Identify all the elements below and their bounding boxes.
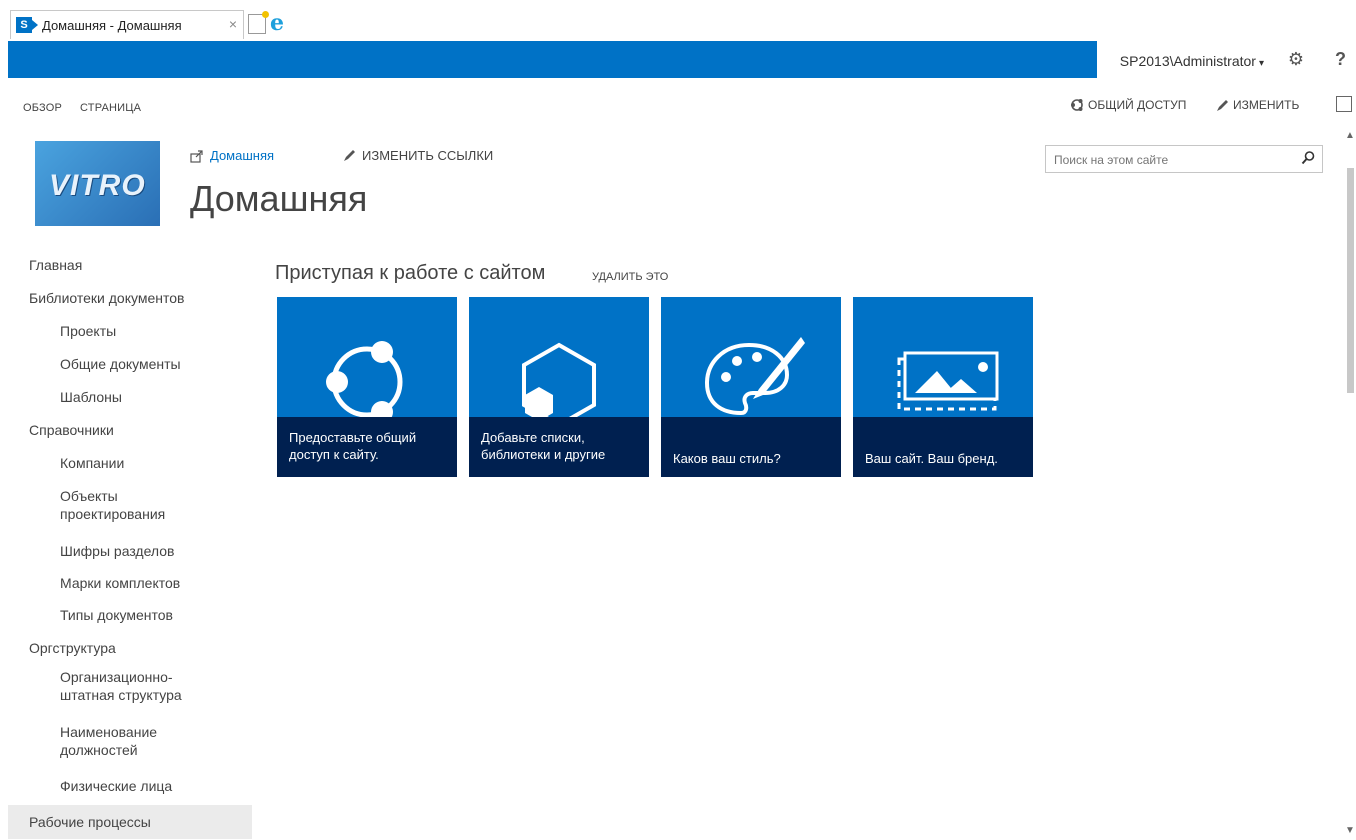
nav-item-label: Справочники: [29, 422, 114, 438]
nav-item-set-marks[interactable]: Марки комплектов: [8, 574, 252, 606]
breadcrumb-link[interactable]: Домашняя: [210, 148, 274, 163]
nav-item-label: Объекты проектирования: [60, 488, 166, 522]
share-label: ОБЩИЙ ДОСТУП: [1088, 98, 1187, 112]
focus-on-content-icon[interactable]: [1336, 96, 1352, 112]
ribbon-bar: ОБЗОР СТРАНИЦА ОБЩИЙ ДОСТУП ИЗМЕНИТЬ: [8, 78, 1356, 130]
tile-caption: Ваш сайт. Ваш бренд.: [853, 417, 1033, 477]
search-box: [1045, 145, 1323, 173]
help-icon[interactable]: ?: [1335, 49, 1346, 70]
scroll-down-icon[interactable]: ▼: [1344, 825, 1356, 836]
pencil-icon: [344, 150, 355, 161]
nav-item-label: Рабочие процессы: [29, 814, 151, 830]
nav-item-shared-docs[interactable]: Общие документы: [8, 355, 252, 388]
edit-button[interactable]: ИЗМЕНИТЬ: [1216, 98, 1299, 112]
nav-item-label: Марки комплектов: [60, 575, 181, 591]
search-icon[interactable]: [1301, 150, 1316, 165]
nav-item-design-objects[interactable]: Объекты проектирования: [8, 487, 200, 542]
suite-bar: SP2013\Administrator ▾ ⚙ ?: [8, 41, 1356, 78]
nav-item-references[interactable]: Справочники: [8, 421, 252, 454]
nav-item-label: Компании: [60, 455, 125, 471]
user-menu[interactable]: SP2013\Administrator ▾: [1120, 53, 1264, 69]
sharepoint-arrow-icon: [32, 20, 38, 30]
scroll-up-icon[interactable]: ▲: [1344, 130, 1356, 141]
nav-item-label: Оргструктура: [29, 640, 116, 656]
search-input[interactable]: [1052, 148, 1286, 172]
nav-item-label: Типы документов: [60, 607, 173, 623]
tile-your-brand[interactable]: Ваш сайт. Ваш бренд.: [853, 297, 1033, 477]
nav-item-companies[interactable]: Компании: [8, 454, 252, 487]
nav-item-projects[interactable]: Проекты: [8, 322, 252, 355]
tile-share-site[interactable]: Предоставьте общий доступ к сайту.: [277, 297, 457, 477]
nav-item-doc-types[interactable]: Типы документов: [8, 606, 252, 639]
nav-item-doc-libraries[interactable]: Библиотеки документов: [8, 289, 252, 322]
tile-add-lists[interactable]: Добавьте списки, библиотеки и другие: [469, 297, 649, 477]
edit-links-button[interactable]: ИЗМЕНИТЬ ССЫЛКИ: [343, 148, 493, 163]
nav-item-label: Организационно-штатная структура: [60, 669, 182, 703]
tile-caption: Предоставьте общий доступ к сайту.: [277, 417, 457, 477]
nav-item-templates[interactable]: Шаблоны: [8, 388, 252, 421]
nav-item-label: Шаблоны: [60, 389, 122, 405]
scroll-thumb[interactable]: [1347, 168, 1354, 393]
nav-item-label: Физические лица: [60, 778, 173, 794]
gear-icon[interactable]: ⚙: [1288, 49, 1304, 70]
internet-explorer-icon[interactable]: e: [270, 12, 292, 34]
tile-text: Каков ваш стиль?: [673, 451, 781, 466]
nav-item-label: Общие документы: [60, 356, 181, 372]
nav-item-org-structure[interactable]: Оргструктура: [8, 639, 252, 668]
nav-item-workflows[interactable]: Рабочие процессы: [8, 805, 252, 839]
vertical-scrollbar[interactable]: ▲ ▼: [1344, 130, 1356, 840]
pencil-icon: [1217, 99, 1228, 111]
tile-caption: Каков ваш стиль?: [661, 417, 841, 477]
home-navigate-icon: [190, 149, 203, 163]
tile-text: Добавьте списки, библиотеки и другие: [481, 430, 606, 462]
edit-links-label: ИЗМЕНИТЬ ССЫЛКИ: [362, 148, 494, 163]
edit-label: ИЗМЕНИТЬ: [1233, 98, 1300, 112]
page-title: Домашняя: [190, 178, 368, 219]
tab-browse[interactable]: ОБЗОР: [23, 102, 62, 114]
tile-caption: Добавьте списки, библиотеки и другие: [469, 417, 649, 477]
nav-item-label: Проекты: [60, 323, 117, 339]
nav-item-label: Библиотеки документов: [29, 290, 185, 306]
user-name: SP2013\Administrator: [1119, 53, 1256, 69]
browser-tab[interactable]: S Домашняя - Домашняя ×: [10, 10, 244, 39]
share-icon: [1071, 99, 1083, 111]
close-tab-icon[interactable]: ×: [229, 16, 237, 32]
tile-text: Предоставьте общий доступ к сайту.: [289, 430, 417, 462]
breadcrumb[interactable]: Домашняя: [190, 148, 274, 163]
nav-item-label: Шифры разделов: [60, 543, 175, 559]
nav-item-positions[interactable]: Наименование должностей: [8, 723, 190, 777]
nav-item-staff-structure[interactable]: Организационно-штатная структура: [8, 668, 200, 723]
new-tab-icon[interactable]: [248, 11, 269, 34]
sharepoint-icon: S: [16, 17, 32, 33]
chevron-down-icon: ▾: [1258, 58, 1264, 69]
suite-bar-user-area: SP2013\Administrator ▾ ⚙ ?: [1097, 41, 1356, 78]
nav-item-persons[interactable]: Физические лица: [8, 777, 252, 805]
quick-launch: Главная Библиотеки документов Проекты Об…: [8, 256, 252, 839]
share-button[interactable]: ОБЩИЙ ДОСТУП: [1070, 98, 1186, 112]
tile-your-style[interactable]: Каков ваш стиль?: [661, 297, 841, 477]
getting-started-title: Приступая к работе с сайтом: [275, 262, 546, 284]
site-logo[interactable]: VITRO: [35, 141, 160, 226]
browser-tab-strip: S Домашняя - Домашняя × e: [8, 8, 1356, 41]
browser-window: S Домашняя - Домашняя × e SP2013\Adminis…: [8, 8, 1356, 840]
browser-tab-title: Домашняя - Домашняя: [42, 17, 182, 33]
nav-item-section-codes[interactable]: Шифры разделов: [8, 542, 252, 574]
tab-page[interactable]: СТРАНИЦА: [80, 102, 141, 114]
remove-this-link[interactable]: УДАЛИТЬ ЭТО: [592, 271, 668, 283]
logo-text: VITRO: [49, 169, 146, 202]
nav-item-label: Главная: [29, 257, 83, 273]
tile-text: Ваш сайт. Ваш бренд.: [865, 451, 998, 466]
nav-item-label: Наименование должностей: [60, 724, 158, 758]
nav-item-home[interactable]: Главная: [8, 256, 252, 289]
